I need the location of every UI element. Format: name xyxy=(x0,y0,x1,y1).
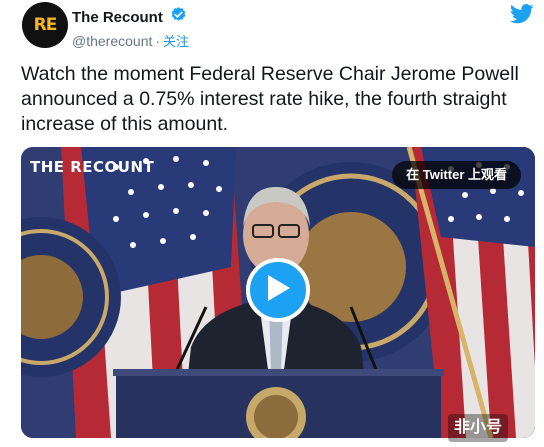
tweet-card: RE The Recount @therecount · 关注 Watch th… xyxy=(0,0,544,447)
avatar-logo-text: RE xyxy=(33,15,58,35)
tweet-header: RE The Recount @therecount · 关注 xyxy=(20,2,536,50)
play-button[interactable] xyxy=(246,258,310,322)
twitter-bird-icon[interactable] xyxy=(510,4,534,29)
watch-on-twitter-button[interactable]: 在 Twitter 上观看 xyxy=(392,161,521,189)
author-block: The Recount @therecount · 关注 xyxy=(72,6,189,50)
video-player[interactable]: THE RECOUNT 在 Twitter 上观看 xyxy=(21,147,535,438)
separator-dot: · xyxy=(155,33,161,49)
handle[interactable]: @therecount xyxy=(72,33,152,49)
video-watermark: THE RECOUNT xyxy=(30,158,155,176)
display-name[interactable]: The Recount xyxy=(72,9,163,26)
verified-badge-icon xyxy=(170,6,187,28)
tweet-text: Watch the moment Federal Reserve Chair J… xyxy=(21,63,519,135)
follow-link[interactable]: 关注 xyxy=(163,34,189,49)
handle-row: @therecount · 关注 xyxy=(72,31,189,50)
play-icon xyxy=(264,273,292,308)
avatar[interactable]: RE xyxy=(22,2,68,48)
podium xyxy=(113,369,444,438)
site-watermark: 非小号 xyxy=(448,414,509,442)
